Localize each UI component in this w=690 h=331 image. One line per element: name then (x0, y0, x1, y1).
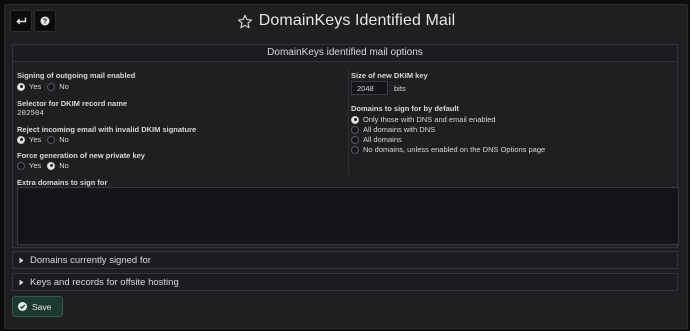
signing-enabled-label: Signing of outgoing mail enabled (17, 71, 136, 80)
signing-enabled-group: Yes No (17, 82, 75, 91)
app-frame: ? DomainKeys Identified Mail DomainKeys … (4, 4, 688, 329)
page-title: DomainKeys Identified Mail (258, 12, 456, 29)
signed-domains-section[interactable]: Domains currently signed for (12, 251, 678, 269)
reject-invalid-no[interactable]: No (47, 135, 69, 144)
key-size-input[interactable]: 2048 (351, 81, 388, 95)
save-button[interactable]: Save (12, 296, 63, 317)
radio-unselected-icon (351, 135, 359, 144)
force-new-key-group: Yes No (17, 161, 75, 170)
domains-option-all[interactable]: All domains (351, 135, 402, 144)
signing-enabled-no[interactable]: No (47, 82, 69, 91)
selector-label: Selector for DKIM record name (17, 99, 128, 108)
radio-unselected-icon (351, 125, 359, 134)
domains-option-dns[interactable]: All domains with DNS (351, 125, 435, 134)
domains-option-none[interactable]: No domains, unless enabled on the DNS Op… (351, 145, 545, 154)
reject-invalid-group: Yes No (17, 135, 75, 144)
radio-selected-icon (17, 82, 25, 91)
radio-unselected-icon (351, 145, 359, 154)
save-label: Save (32, 301, 52, 312)
check-circle-icon (18, 302, 27, 311)
force-new-key-no[interactable]: No (47, 161, 69, 170)
domains-option-dns-email[interactable]: Only those with DNS and email enabled (351, 115, 496, 124)
radio-selected-icon (47, 161, 56, 170)
extra-domains-label: Extra domains to sign for (17, 178, 108, 187)
caret-right-icon (19, 279, 24, 285)
signed-domains-label: Domains currently signed for (30, 254, 151, 266)
panel-title: DomainKeys identified mail options (13, 45, 677, 62)
caret-right-icon (19, 257, 24, 263)
extra-domains-input[interactable] (17, 187, 679, 245)
star-icon[interactable] (237, 14, 253, 30)
key-size-unit: bits (394, 84, 406, 93)
dkim-options-panel: DomainKeys identified mail options Signi… (12, 44, 679, 248)
offsite-keys-section[interactable]: Keys and records for offsite hosting (12, 273, 678, 291)
force-new-key-label: Force generation of new private key (17, 151, 145, 160)
radio-selected-icon (17, 135, 25, 144)
key-size-label: Size of new DKIM key (351, 71, 428, 80)
signing-enabled-yes[interactable]: Yes (17, 82, 41, 91)
page-header: DomainKeys Identified Mail (5, 7, 687, 35)
radio-unselected-icon (17, 161, 25, 170)
reject-invalid-yes[interactable]: Yes (17, 135, 41, 144)
radio-selected-icon (351, 115, 359, 124)
radio-unselected-icon (47, 135, 56, 144)
column-divider (348, 67, 349, 175)
reject-invalid-label: Reject incoming email with invalid DKIM … (17, 125, 197, 134)
selector-value: 202504 (17, 110, 45, 118)
radio-unselected-icon (47, 82, 56, 91)
offsite-keys-label: Keys and records for offsite hosting (30, 276, 179, 288)
force-new-key-yes[interactable]: Yes (17, 161, 41, 170)
domains-default-label: Domains to sign for by default (351, 104, 459, 113)
